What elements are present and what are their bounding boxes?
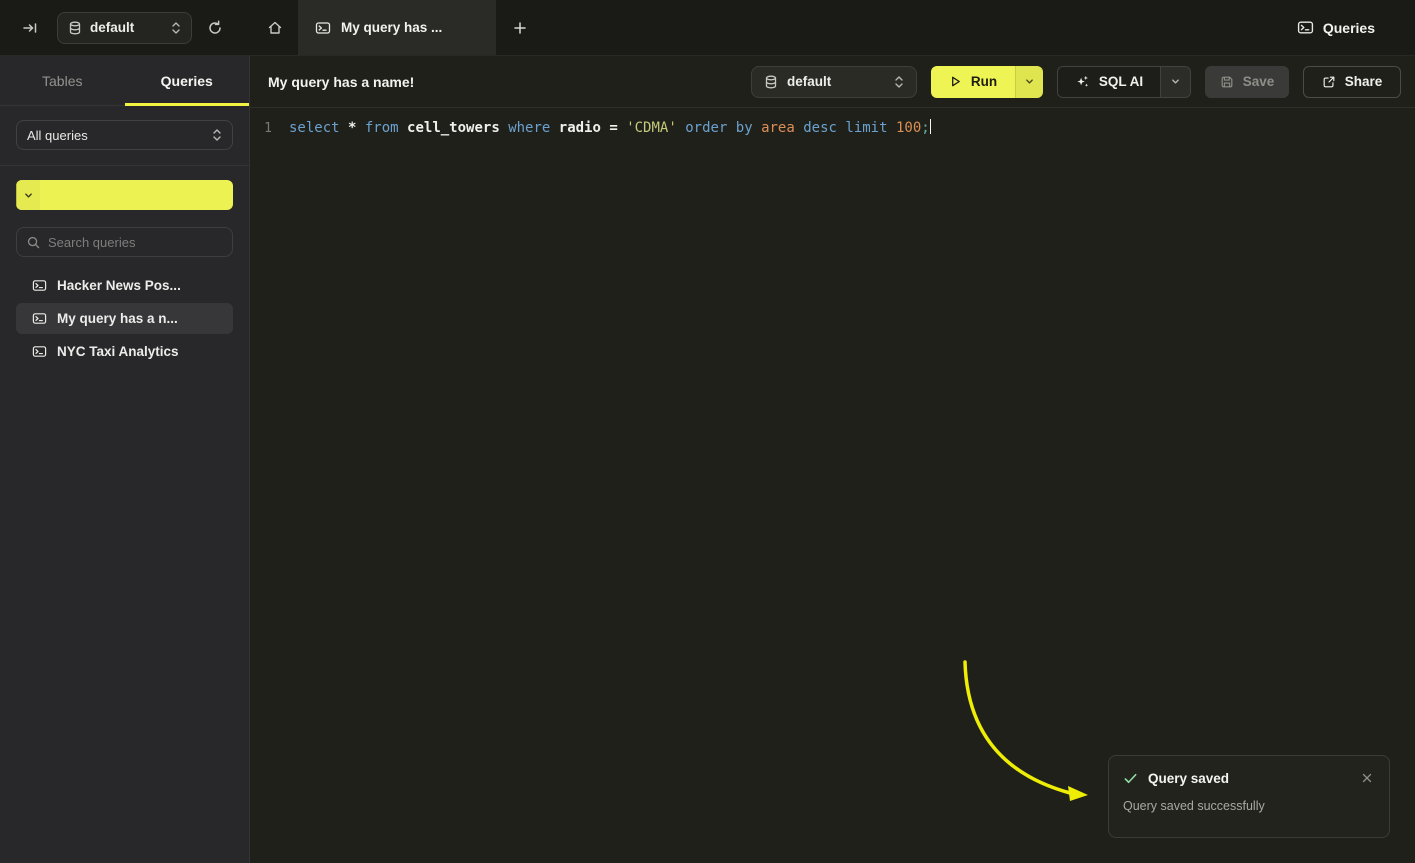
sidebar-tab-queries[interactable]: Queries <box>125 56 250 105</box>
sidebar-tab-tables[interactable]: Tables <box>0 56 125 105</box>
sql-ai-dropdown-caret[interactable] <box>1160 67 1190 97</box>
sql-ai-main[interactable]: SQL AI <box>1058 67 1160 97</box>
query-title: My query has a name! <box>268 74 414 90</box>
toast-title: Query saved <box>1148 771 1349 786</box>
chevron-updown-icon <box>212 128 222 142</box>
sql-code[interactable]: select * from cell_towers where radio = … <box>289 118 931 139</box>
chevron-updown-icon <box>894 75 904 89</box>
toast-message: Query saved successfully <box>1123 799 1375 813</box>
toast-query-saved: Query saved Query saved successfully <box>1108 755 1390 838</box>
query-item-label: Hacker News Pos... <box>57 278 181 293</box>
query-list: Hacker News Pos... My query has a n... N… <box>16 270 233 367</box>
share-button[interactable]: Share <box>1303 66 1401 98</box>
sidebar-divider <box>0 165 249 166</box>
query-tab-icon <box>315 20 331 36</box>
queries-breadcrumb-label: Queries <box>1323 20 1375 36</box>
collapse-sidebar-icon[interactable] <box>16 14 44 42</box>
sidebar: Tables Queries All queries New query <box>0 56 250 863</box>
query-list-item[interactable]: Hacker News Pos... <box>16 270 233 301</box>
sql-console-app: default My query has ... <box>0 0 1415 863</box>
run-button[interactable]: Run <box>931 66 1043 98</box>
save-icon <box>1220 75 1234 89</box>
sql-ai-label: SQL AI <box>1099 74 1143 89</box>
new-query-dropdown-caret[interactable] <box>16 180 40 210</box>
queries-breadcrumb-icon <box>1297 19 1314 36</box>
query-item-label: My query has a n... <box>57 311 178 326</box>
topbar: default My query has ... <box>0 0 1415 56</box>
search-icon <box>27 236 40 249</box>
sidebar-body: All queries New query <box>0 106 249 367</box>
database-icon <box>764 75 778 89</box>
sql-editor[interactable]: 1 select * from cell_towers where radio … <box>250 108 1415 139</box>
run-button-main[interactable]: Run <box>931 66 1015 98</box>
sql-ai-button[interactable]: SQL AI <box>1057 66 1191 98</box>
header-database-value: default <box>787 74 885 89</box>
run-button-label: Run <box>971 74 997 89</box>
query-item-label: NYC Taxi Analytics <box>57 344 179 359</box>
text-cursor <box>930 119 932 134</box>
topbar-database-selector[interactable]: default <box>57 12 192 44</box>
save-button[interactable]: Save <box>1205 66 1289 98</box>
main-area: My query has a name! default <box>250 56 1415 863</box>
query-list-item-selected[interactable]: My query has a n... <box>16 303 233 334</box>
query-icon <box>32 344 47 359</box>
save-button-label: Save <box>1243 74 1275 89</box>
line-number: 1 <box>250 118 272 139</box>
query-filter-value: All queries <box>27 128 212 143</box>
check-icon <box>1123 771 1138 786</box>
run-dropdown-caret[interactable] <box>1015 66 1043 98</box>
sidebar-tabs: Tables Queries <box>0 56 249 106</box>
share-icon <box>1322 75 1336 89</box>
new-query-button[interactable]: New query <box>16 180 233 210</box>
query-tab[interactable]: My query has ... <box>298 0 496 55</box>
queries-breadcrumb[interactable]: Queries <box>1297 19 1375 36</box>
query-list-item[interactable]: NYC Taxi Analytics <box>16 336 233 367</box>
search-queries-box <box>16 227 233 257</box>
query-icon <box>32 311 47 326</box>
topbar-database-value: default <box>90 20 163 35</box>
play-icon <box>949 75 962 88</box>
chevron-updown-icon <box>171 21 181 35</box>
header-database-selector[interactable]: default <box>751 66 917 98</box>
query-icon <box>32 278 47 293</box>
share-button-label: Share <box>1345 74 1383 89</box>
new-tab-icon[interactable] <box>506 14 534 42</box>
search-queries-input[interactable] <box>48 235 224 250</box>
close-icon[interactable] <box>1359 770 1375 786</box>
query-filter-dropdown[interactable]: All queries <box>16 120 233 150</box>
query-header: My query has a name! default <box>250 56 1415 108</box>
topbar-left: default <box>0 0 250 55</box>
code-line: 1 select * from cell_towers where radio … <box>250 118 1415 139</box>
database-icon <box>68 21 82 35</box>
header-controls: default Run <box>751 66 1401 98</box>
toast-header: Query saved <box>1123 770 1375 786</box>
refresh-icon[interactable] <box>201 14 229 42</box>
home-icon[interactable] <box>261 14 289 42</box>
sparkles-icon <box>1075 74 1090 89</box>
query-tab-label: My query has ... <box>341 20 442 35</box>
